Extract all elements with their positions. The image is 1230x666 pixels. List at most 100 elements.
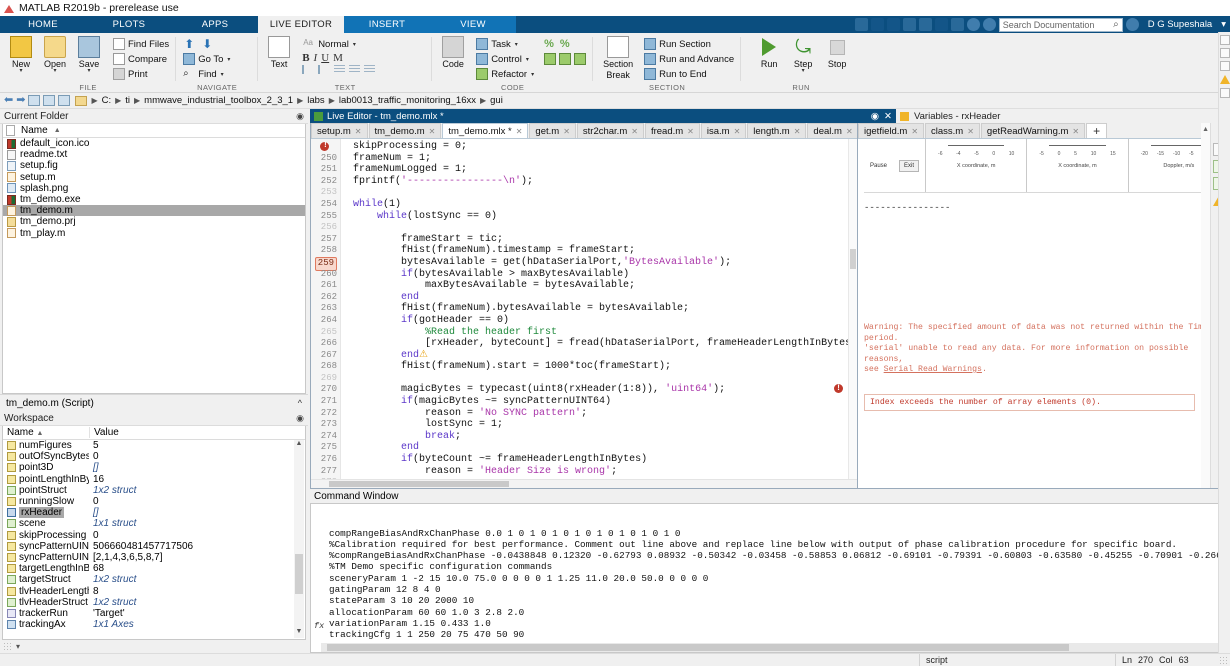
code-line[interactable]: if(byteCount ~= frameHeaderLengthInBytes… <box>353 454 857 466</box>
cut-icon[interactable] <box>871 18 884 31</box>
line-number[interactable]: 270 <box>311 384 337 396</box>
panel-icon-2[interactable] <box>1220 61 1230 71</box>
editor-tab[interactable]: tm_demo.mlx *✕ <box>442 123 528 138</box>
name-column-label[interactable]: Name <box>21 125 48 136</box>
code-line[interactable]: fprintf('----------------\n'); <box>353 176 857 188</box>
code-line[interactable]: fHist(frameNum).bytesAvailable = bytesAv… <box>353 303 857 315</box>
code-line[interactable] <box>353 187 857 199</box>
code-line[interactable]: reason = 'No SYNC pattern'; <box>353 408 857 420</box>
workspace-row[interactable]: runningSlow0 <box>3 496 305 507</box>
close-icon[interactable]: ✕ <box>734 127 741 136</box>
line-number[interactable]: 272 <box>311 408 337 420</box>
close-icon[interactable]: ✕ <box>884 111 892 122</box>
help-icon[interactable] <box>967 18 980 31</box>
chevron-down-icon[interactable]: ▾ <box>515 41 518 48</box>
forward-arrow-icon[interactable]: ➡ <box>16 95 25 106</box>
chevron-down-icon[interactable]: ▾ <box>526 56 529 63</box>
code-line[interactable]: frameNum = 1; <box>353 153 857 165</box>
close-icon[interactable]: ✕ <box>631 127 638 136</box>
breadcrumb-labs[interactable]: labs <box>307 95 324 106</box>
collapse-chevron-icon[interactable]: ^ <box>298 398 302 408</box>
panel-options-icon[interactable]: ◉ <box>296 111 304 122</box>
close-icon[interactable]: ✕ <box>563 127 570 136</box>
editor-tab[interactable]: igetfield.m✕ <box>858 123 924 138</box>
save-icon[interactable] <box>855 18 868 31</box>
editor-tab[interactable]: fread.m✕ <box>645 123 700 138</box>
stop-button[interactable]: Stop <box>820 35 854 69</box>
arrow-down-icon[interactable]: ⬇ <box>202 38 212 50</box>
code-line[interactable]: if(gotHeader == 0) <box>353 315 857 327</box>
chevron-down-icon[interactable]: ▾ <box>531 71 534 78</box>
save-button[interactable]: Save ▾ <box>72 35 106 74</box>
line-number[interactable]: 268 <box>311 361 337 373</box>
line-number[interactable]: 277 <box>311 466 337 478</box>
line-number[interactable]: 263 <box>311 303 337 315</box>
code-line[interactable]: maxBytesAvailable = bytesAvailable; <box>353 280 857 292</box>
panel-icon[interactable] <box>1220 48 1230 58</box>
editor-tab[interactable]: deal.m✕ <box>807 123 857 138</box>
notification-icon[interactable] <box>1126 18 1139 31</box>
find-files-button[interactable]: Find Files <box>110 37 172 51</box>
editor-tab[interactable]: isa.m✕ <box>701 123 746 138</box>
close-icon[interactable]: ✕ <box>794 127 801 136</box>
chevron-down-icon[interactable]: ▾ <box>19 69 22 74</box>
workspace-row[interactable]: syncPatternUINT8[2,1,4,3,6,5,8,7] <box>3 552 305 563</box>
serial-read-warnings-link[interactable]: Serial Read Warnings <box>884 365 982 374</box>
code-line[interactable]: end⚠ <box>353 350 857 362</box>
scrollbar-thumb[interactable] <box>295 554 303 594</box>
chevron-down-icon[interactable]: ▾ <box>1215 19 1226 30</box>
breadcrumb-ti[interactable]: ti <box>125 95 130 106</box>
chevron-down-icon[interactable]: ▾ <box>87 69 90 74</box>
file-list-item[interactable]: splash.png <box>3 183 305 194</box>
line-number[interactable]: 262 <box>311 292 337 304</box>
numbered-list-icon[interactable] <box>318 65 329 74</box>
editor-tab[interactable]: length.m✕ <box>747 123 806 138</box>
workspace-row[interactable]: trackerRun'Target' <box>3 608 305 619</box>
workspace-scrollbar[interactable]: ▲ ▼ <box>294 440 304 638</box>
workspace-row[interactable]: tlvHeaderLengthI...8 <box>3 585 305 596</box>
error-icon[interactable] <box>320 142 329 151</box>
text-style-dropdown[interactable]: Aa Normal ▾ <box>300 37 428 51</box>
code-line[interactable]: magicBytes = typecast(uint8(rxHeader(1:8… <box>353 384 857 396</box>
line-number[interactable]: 252 <box>311 176 337 188</box>
code-button[interactable]: Code <box>436 35 470 69</box>
pause-button[interactable]: Pause <box>870 163 887 169</box>
scrollbar-thumb[interactable] <box>327 644 1069 651</box>
scrollbar-thumb[interactable] <box>850 249 856 269</box>
file-list-item[interactable]: tm_demo.prj <box>3 216 305 227</box>
run-button[interactable]: Run <box>752 35 786 69</box>
breadcrumb-gui[interactable]: gui <box>490 95 503 106</box>
editor-tab[interactable]: get.m✕ <box>529 123 575 138</box>
line-number[interactable]: 250 <box>311 153 337 165</box>
line-number[interactable]: 257 <box>311 234 337 246</box>
line-number[interactable]: 273 <box>311 419 337 431</box>
workspace-row[interactable]: point3D[] <box>3 462 305 473</box>
code-line[interactable] <box>353 373 857 385</box>
workspace-value-column[interactable]: Value <box>89 427 199 438</box>
command-window-output[interactable]: compRangeBiasAndRxChanPhase 0.0 1 0 1 0 … <box>310 503 1230 653</box>
align-right-icon[interactable] <box>364 65 375 74</box>
editor-tab[interactable]: getReadWarning.m✕ <box>981 123 1085 138</box>
editor-tab[interactable]: tm_demo.m✕ <box>369 123 442 138</box>
undo-icon[interactable] <box>919 18 932 31</box>
command-window-hscrollbar[interactable] <box>321 643 1229 652</box>
copy-icon[interactable] <box>887 18 900 31</box>
workspace-row[interactable]: pointLengthInBytes16 <box>3 474 305 485</box>
file-list-item[interactable]: setup.fig <box>3 160 305 171</box>
code-text-area[interactable]: skipProcessing = 0;frameNum = 1;frameNum… <box>341 139 857 479</box>
print-button[interactable]: Print <box>110 67 172 81</box>
workspace-table[interactable]: Name ▲ Value numFigures5outOfSyncBytes0p… <box>2 426 306 640</box>
bulleted-list-icon[interactable] <box>302 65 313 74</box>
breadcrumb-toolbox[interactable]: mmwave_industrial_toolbox_2_3_1 <box>144 95 293 106</box>
step-button[interactable]: ⤿ Step ▾ <box>786 35 820 74</box>
file-list-item[interactable]: tm_demo.exe <box>3 194 305 205</box>
bold-icon[interactable]: B <box>302 52 309 64</box>
tab-view[interactable]: VIEW <box>430 16 516 33</box>
workspace-row[interactable]: syncPatternUINT64506660481457717506 <box>3 541 305 552</box>
file-list-item[interactable]: tm_demo.m <box>3 205 305 216</box>
line-number[interactable]: 265 <box>311 327 337 339</box>
editor-tab-strip[interactable]: setup.m✕tm_demo.m✕tm_demo.mlx *✕get.m✕st… <box>311 123 857 139</box>
layout-icon[interactable] <box>1220 35 1230 45</box>
code-line[interactable]: reason = 'Header Size is wrong'; <box>353 466 857 478</box>
code-vertical-scrollbar[interactable] <box>848 139 857 479</box>
